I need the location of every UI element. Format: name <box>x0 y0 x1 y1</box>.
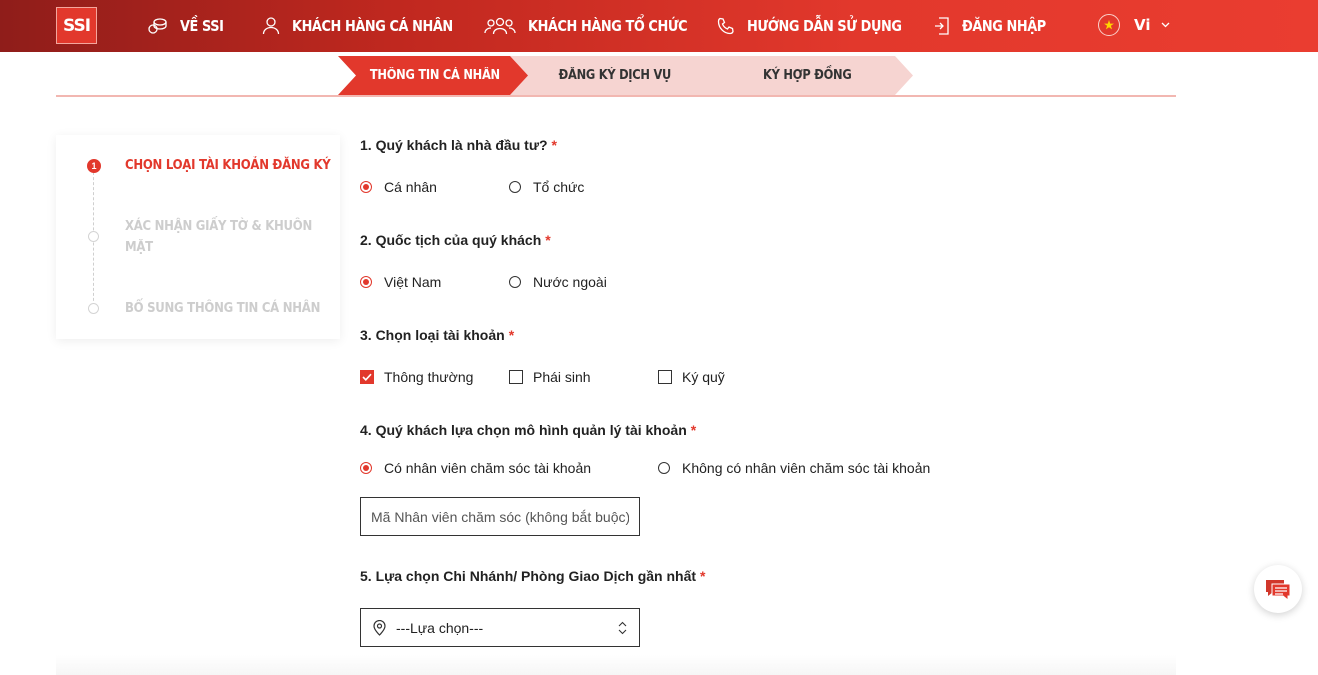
nav-item-label: HƯỚNG DẪN SỬ DỤNG <box>747 17 902 35</box>
required-mark: * <box>508 327 515 343</box>
step-personal-info[interactable]: THÔNG TIN CÁ NHÂN <box>338 56 532 95</box>
question-management-model: 4. Quý khách lựa chọn mô hình quản lý tà… <box>360 422 696 438</box>
question-account-type: 3. Chọn loại tài khoản * <box>360 327 514 343</box>
checkbox[interactable] <box>658 370 672 384</box>
nav-item-guide[interactable]: HƯỚNG DẪN SỬ DỤNG <box>717 0 927 52</box>
step-label: KÝ HỢP ĐỒNG <box>762 68 852 83</box>
language-selector[interactable]: Vi <box>1098 13 1170 37</box>
progress-steps: THÔNG TIN CÁ NHÂN ĐĂNG KÝ DỊCH VỤ KÝ HỢP… <box>56 55 1176 97</box>
language-label: Vi <box>1134 16 1151 34</box>
checkbox-margin[interactable]: Ký quỹ <box>658 369 725 385</box>
option-label: Việt Nam <box>384 274 442 290</box>
radio-button-selected[interactable] <box>360 181 372 193</box>
ssi-logo[interactable]: SSI <box>56 7 97 44</box>
step-register-service[interactable]: ĐĂNG KÝ DỊCH VỤ <box>510 56 720 95</box>
radio-with-care-staff[interactable]: Có nhân viên chăm sóc tài khoản <box>360 460 591 476</box>
checkmark-icon <box>362 373 372 381</box>
users-group-icon <box>484 17 516 35</box>
question-label: 5. Lựa chọn Chi Nhánh/ Phòng Giao Dịch g… <box>360 568 697 584</box>
sidebar-item-account-type[interactable]: CHỌN LOẠI TÀI KHOẢN ĐĂNG KÝ <box>125 155 331 176</box>
nav-item-label: KHÁCH HÀNG TỔ CHỨC <box>528 17 688 35</box>
care-staff-code-input[interactable] <box>360 497 640 536</box>
option-label: Cá nhân <box>384 179 437 195</box>
timeline-number: 1 <box>91 161 97 171</box>
login-icon <box>935 17 949 35</box>
vietnam-flag-icon <box>1098 14 1120 36</box>
bottom-shadow <box>56 655 1176 675</box>
step-label: ĐĂNG KÝ DỊCH VỤ <box>558 68 672 83</box>
option-label: Có nhân viên chăm sóc tài khoản <box>384 460 592 476</box>
checkbox-checked[interactable] <box>360 370 374 384</box>
top-navbar: SSI VỀ SSI KHÁCH HÀNG CÁ NHÂN KHÁCH HÀNG… <box>0 0 1318 52</box>
required-mark: * <box>551 137 557 153</box>
timeline-dot-active: 1 <box>87 159 101 173</box>
chat-icon <box>1266 580 1291 602</box>
nav-item-organization[interactable]: KHÁCH HÀNG TỔ CHỨC <box>484 0 713 52</box>
question-investor-type: 1. Quý khách là nhà đầu tư? * <box>360 137 557 153</box>
question-label: 2. Quốc tịch của quý khách <box>360 232 542 248</box>
step-sign-contract[interactable]: KÝ HỢP ĐỒNG <box>701 56 913 95</box>
nav-item-label: KHÁCH HÀNG CÁ NHÂN <box>292 17 453 35</box>
required-mark: * <box>545 232 551 248</box>
chevron-down-icon <box>1161 22 1169 28</box>
select-value: ---Lựa chọn--- <box>396 619 484 636</box>
required-mark: * <box>700 568 706 584</box>
sidebar-item-verify-documents: XÁC NHẬN GIẤY TỜ & KHUÔN MẶT <box>125 216 325 258</box>
question-branch: 5. Lựa chọn Chi Nhánh/ Phòng Giao Dịch g… <box>360 568 706 584</box>
option-label: Tổ chức <box>533 179 585 195</box>
option-label: Ký quỹ <box>682 369 725 385</box>
radio-button[interactable] <box>509 276 521 288</box>
map-pin-icon <box>373 619 386 636</box>
sub-step-sidebar: 1 CHỌN LOẠI TÀI KHOẢN ĐĂNG KÝ XÁC NHẬN G… <box>56 135 340 339</box>
nav-item-label: ĐĂNG NHẬP <box>962 17 1046 35</box>
radio-foreign[interactable]: Nước ngoài <box>509 274 607 290</box>
radio-button-selected[interactable] <box>360 276 372 288</box>
logo-text: SSI <box>62 15 91 36</box>
option-label: Không có nhân viên chăm sóc tài khoản <box>682 460 931 476</box>
question-label: 4. Quý khách lựa chọn mô hình quản lý tà… <box>360 422 687 438</box>
radio-individual[interactable]: Cá nhân <box>360 179 437 195</box>
timeline-dot <box>88 303 99 314</box>
sidebar-item-label: CHỌN LOẠI TÀI KHOẢN ĐĂNG KÝ <box>125 158 331 173</box>
sidebar-item-additional-info: BỔ SUNG THÔNG TIN CÁ NHÂN <box>125 298 325 319</box>
nav-item-label: VỀ SSI <box>180 17 224 35</box>
radio-button-selected[interactable] <box>360 462 372 474</box>
option-label: Phái sinh <box>533 369 591 385</box>
branch-select[interactable]: ---Lựa chọn--- <box>360 608 640 647</box>
radio-vietnam[interactable]: Việt Nam <box>360 274 441 290</box>
radio-button[interactable] <box>658 462 670 474</box>
nav-item-login[interactable]: ĐĂNG NHẬP <box>934 0 1059 52</box>
option-label: Thông thường <box>384 369 474 385</box>
step-label: THÔNG TIN CÁ NHÂN <box>370 68 500 83</box>
question-label: 1. Quý khách là nhà đầu tư? <box>360 137 548 153</box>
required-mark: * <box>690 422 697 438</box>
nav-item-about[interactable]: VỀ SSI <box>148 0 231 52</box>
chevron-up-down-icon <box>618 621 627 634</box>
radio-organization[interactable]: Tổ chức <box>509 179 584 195</box>
sidebar-item-label: XÁC NHẬN GIẤY TỜ & KHUÔN <box>125 219 312 234</box>
radio-button[interactable] <box>509 181 521 193</box>
sidebar-item-label: MẶT <box>125 240 153 255</box>
sidebar-item-label: BỔ SUNG THÔNG TIN CÁ NHÂN <box>125 301 321 316</box>
radio-without-care-staff[interactable]: Không có nhân viên chăm sóc tài khoản <box>658 460 930 476</box>
timeline-dot <box>88 231 99 242</box>
chat-button[interactable] <box>1254 565 1302 613</box>
checkbox-normal[interactable]: Thông thường <box>360 369 473 385</box>
coins-icon <box>148 18 167 34</box>
nav-item-individual[interactable]: KHÁCH HÀNG CÁ NHÂN <box>262 0 479 52</box>
phone-icon <box>717 17 734 35</box>
option-label: Nước ngoài <box>533 274 607 290</box>
checkbox[interactable] <box>509 370 523 384</box>
checkbox-derivatives[interactable]: Phái sinh <box>509 369 591 385</box>
question-label: 3. Chọn loại tài khoản <box>360 327 505 343</box>
user-icon <box>262 17 280 35</box>
question-nationality: 2. Quốc tịch của quý khách * <box>360 232 551 248</box>
